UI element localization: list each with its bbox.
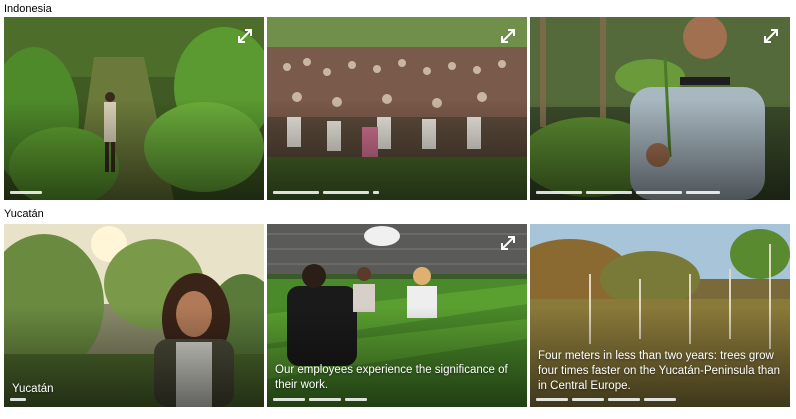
expand-icon[interactable] [762,27,780,45]
slide-progress [10,191,258,194]
section-label-indonesia: Indonesia [4,3,52,15]
slide-progress [10,398,258,401]
expand-icon[interactable] [236,27,254,45]
gallery-tile-indonesia-1[interactable] [4,17,264,200]
expand-icon[interactable] [499,234,517,252]
slide-progress [273,191,521,194]
slide-progress [536,398,784,401]
gallery-tile-indonesia-3[interactable] [530,17,790,200]
slide-caption: Four meters in less than two years: tree… [538,350,781,392]
expand-icon[interactable] [499,27,517,45]
section-label-yucatan: Yucatán [4,208,44,220]
gallery-tile-yucatan-2[interactable]: Our employees experience the significanc… [267,224,527,407]
slide-caption: Yucatán [12,383,54,395]
gallery-tile-yucatan-1[interactable]: Yucatán [4,224,264,407]
slide-progress [536,191,784,194]
gallery-tile-indonesia-2[interactable] [267,17,527,200]
slide-caption: Our employees experience the significanc… [275,364,508,391]
slide-progress [273,398,521,401]
gallery-tile-yucatan-3[interactable]: Four meters in less than two years: tree… [530,224,790,407]
